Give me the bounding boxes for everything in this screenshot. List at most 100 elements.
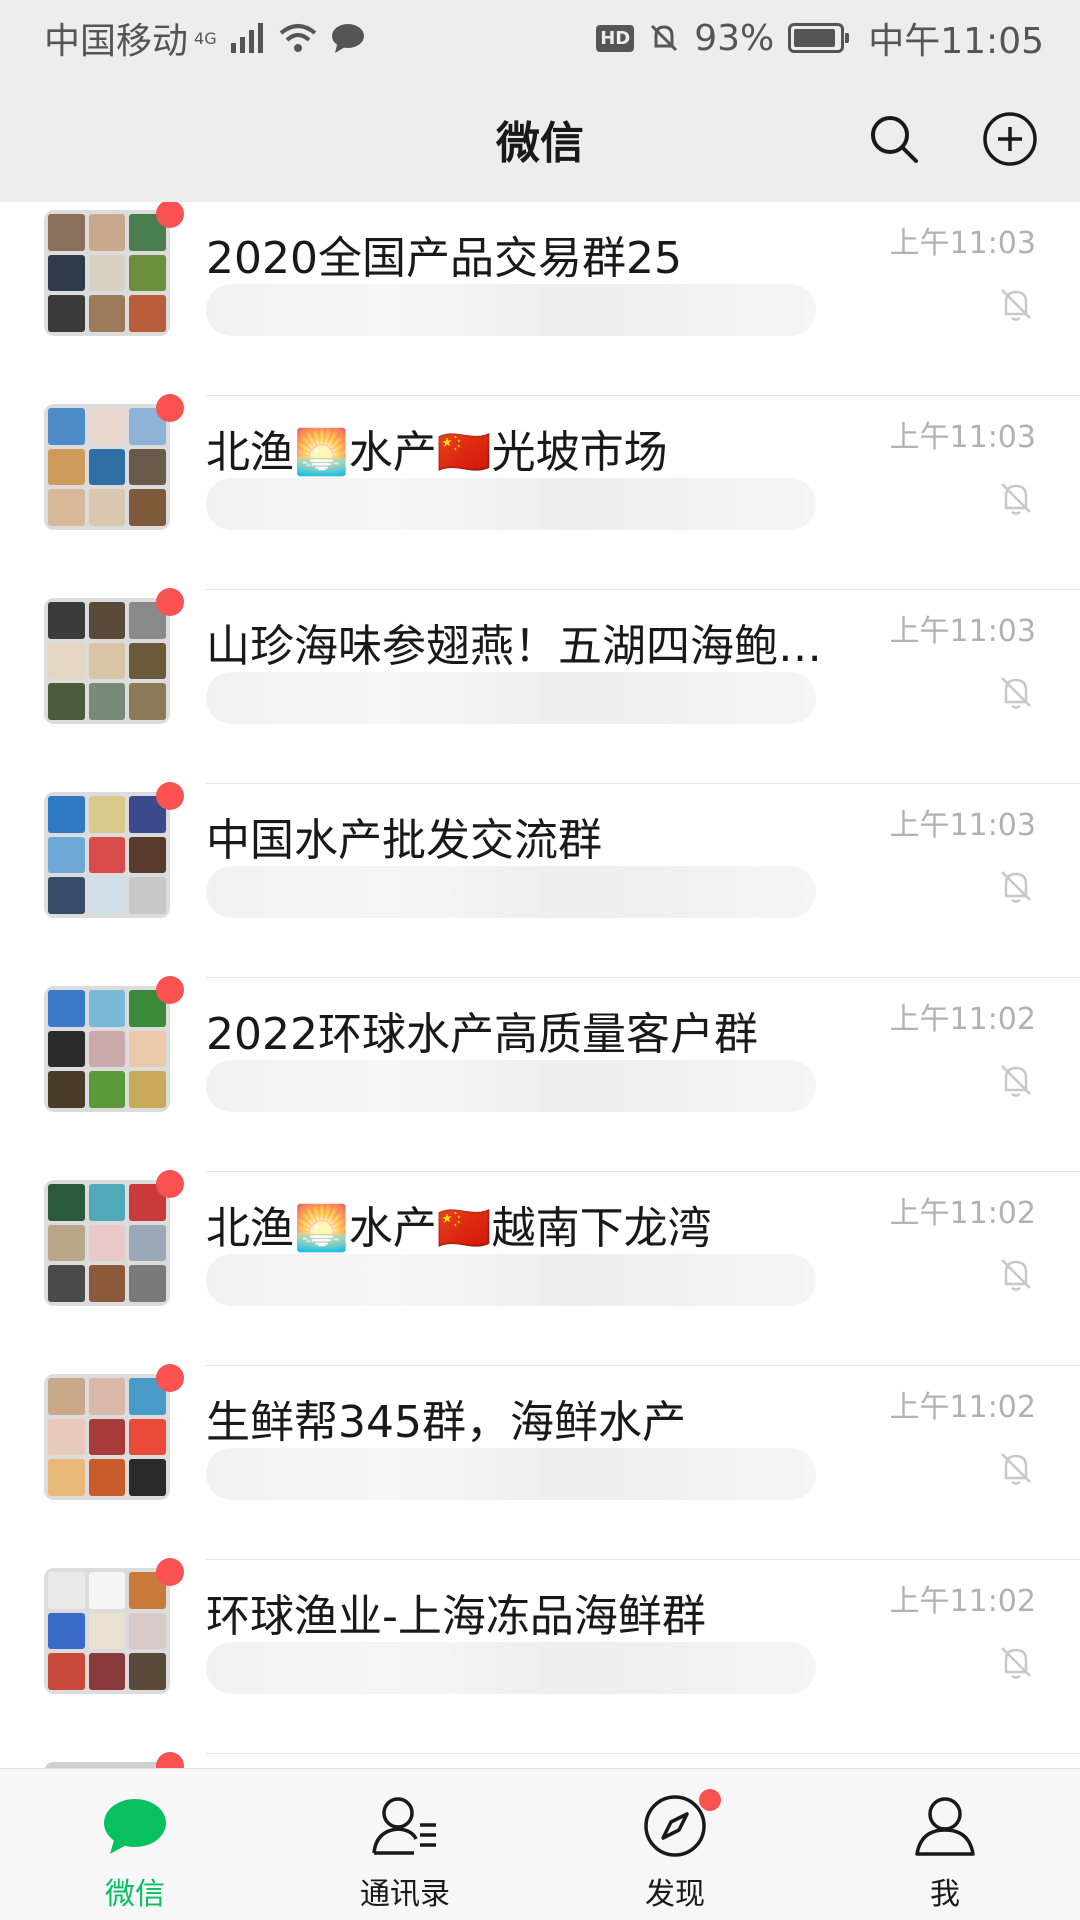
avatar-tile: [48, 602, 85, 639]
chat-body: 北渔🌅水产🇨🇳光坡市场 上午11:03: [206, 396, 1080, 590]
avatar-tile: [88, 214, 126, 251]
avatar-tile: [88, 1378, 126, 1415]
hd-badge: HD: [596, 24, 635, 52]
group-avatar[interactable]: [44, 1364, 184, 1500]
avatar-tile: [88, 796, 126, 833]
group-avatar[interactable]: [44, 782, 184, 918]
chat-preview-blurred: [206, 866, 816, 918]
chat-body: 中国水产批发交流群 上午11:03: [206, 784, 1080, 978]
chat-item[interactable]: 中国水产批发交流群 上午11:03: [0, 782, 1080, 978]
chat-list[interactable]: 2020全国产品交易群25 上午11:03 北渔🌅水产🇨🇳光坡市场 上午11:0…: [0, 202, 1080, 1768]
avatar-tile: [48, 1459, 85, 1496]
tab-chats[interactable]: 微信: [0, 1769, 270, 1920]
group-avatar[interactable]: [44, 588, 184, 724]
group-avatar[interactable]: [44, 1170, 184, 1306]
chat-body: 生鲜帮345群，海鲜水产 上午11:02: [206, 1366, 1080, 1560]
unread-dot: [156, 588, 184, 616]
avatar-tile: [48, 1572, 85, 1609]
tab-me[interactable]: 我: [810, 1769, 1080, 1920]
avatar-grid: [44, 986, 170, 1112]
bell-muted-icon: [651, 24, 678, 52]
unread-dot: [156, 202, 184, 228]
signal-icon: [230, 23, 263, 53]
discover-badge-dot: [699, 1789, 721, 1811]
avatar-tile: [48, 1418, 85, 1456]
avatar-tile: [48, 1378, 85, 1415]
chat-item[interactable]: 环球渔业-上海冻品海鲜群 上午11:02: [0, 1558, 1080, 1754]
chat-body: 北渔🌅水产🇨🇳越南下龙湾 上午11:02: [206, 1172, 1080, 1366]
chat-item[interactable]: 2020全国产品交易群25 上午11:03: [0, 202, 1080, 396]
group-avatar[interactable]: [44, 394, 184, 530]
chat-name: 山珍海味参翅燕！五湖四海鲍…: [206, 621, 822, 672]
avatar-tile: [88, 1184, 126, 1221]
battery-percent: 93%: [694, 17, 775, 59]
avatar-grid: [44, 598, 170, 724]
unread-dot: [156, 1170, 184, 1198]
person-icon: [915, 1797, 975, 1856]
tab-label: 通讯录: [360, 1877, 450, 1912]
avatar-tile: [48, 408, 85, 445]
avatar-tile: [48, 254, 85, 292]
chat-time: 上午11:03: [889, 226, 1036, 261]
avatar-tile: [48, 1030, 85, 1068]
avatar-tile: [88, 295, 126, 332]
avatar-tile: [48, 683, 85, 720]
avatar-grid: [44, 404, 170, 530]
chat-time: 上午11:02: [889, 1390, 1036, 1425]
avatar-tile: [48, 1224, 85, 1262]
chat-time: 上午11:03: [889, 614, 1036, 649]
chat-item[interactable]: 生鲜帮345群，海鲜水产 上午11:02: [0, 1364, 1080, 1560]
chat-body: 2022环球水产高质量客户群 上午11:02: [206, 978, 1080, 1172]
chat-name: 北渔🌅水产🇨🇳光坡市场: [206, 427, 668, 478]
chat-item[interactable]: 山珍海味参翅燕！五湖四海鲍… 上午11:03: [0, 588, 1080, 784]
chat-time: 上午11:02: [889, 1002, 1036, 1037]
network-type: 4G: [194, 28, 217, 48]
chat-name: 生鲜帮345群，海鲜水产: [206, 1397, 686, 1448]
avatar-tile: [129, 683, 166, 720]
chat-name: 环球渔业-上海冻品海鲜群: [206, 1591, 706, 1642]
avatar-tile: [88, 1612, 126, 1650]
add-button[interactable]: [980, 109, 1040, 169]
avatar-tile: [88, 1653, 126, 1690]
avatar-tile: [129, 254, 166, 292]
group-avatar[interactable]: [44, 202, 184, 336]
chat-item[interactable]: 北渔🌅水产🇨🇳越南下龙湾 上午11:02: [0, 1170, 1080, 1366]
avatar-tile: [88, 408, 126, 445]
unread-dot: [156, 976, 184, 1004]
avatar-tile: [88, 1265, 126, 1302]
header-actions: [864, 109, 1040, 169]
avatar-tile: [88, 642, 126, 680]
chat-preview-blurred: [206, 478, 816, 530]
tab-discover[interactable]: 发现: [540, 1769, 810, 1920]
avatar-tile: [48, 1184, 85, 1221]
tab-contacts[interactable]: 通讯录: [270, 1769, 540, 1920]
status-right: HD 93% 中午11:05: [596, 12, 1044, 64]
chat-item-partial[interactable]: [0, 1752, 1080, 1768]
group-avatar[interactable]: [44, 976, 184, 1112]
group-avatar[interactable]: [44, 1558, 184, 1694]
message-notification-icon: [331, 24, 364, 53]
chat-preview-blurred: [206, 284, 816, 336]
avatar-tile: [129, 836, 166, 874]
chat-name: 2020全国产品交易群25: [206, 233, 682, 284]
avatar-tile: [129, 489, 166, 526]
bell-muted-icon: [1001, 289, 1031, 321]
bell-muted-icon: [1001, 483, 1031, 515]
avatar-tile: [129, 1224, 166, 1262]
unread-dot: [156, 394, 184, 422]
avatar-tile: [48, 1612, 85, 1650]
battery-icon: [788, 23, 850, 53]
avatar-tile: [48, 214, 85, 251]
chat-item[interactable]: 2022环球水产高质量客户群 上午11:02: [0, 976, 1080, 1172]
search-button[interactable]: [864, 109, 924, 169]
chat-item[interactable]: 北渔🌅水产🇨🇳光坡市场 上午11:03: [0, 394, 1080, 590]
avatar-tile: [88, 990, 126, 1027]
app-header: 微信: [0, 76, 1080, 202]
avatar-tile: [48, 990, 85, 1027]
avatar-grid: [44, 1374, 170, 1500]
chat-time: 上午11:02: [889, 1584, 1036, 1619]
unread-dot: [156, 1558, 184, 1586]
unread-dot: [156, 1364, 184, 1392]
avatar-tile: [48, 1265, 85, 1302]
avatar-tile: [129, 642, 166, 680]
